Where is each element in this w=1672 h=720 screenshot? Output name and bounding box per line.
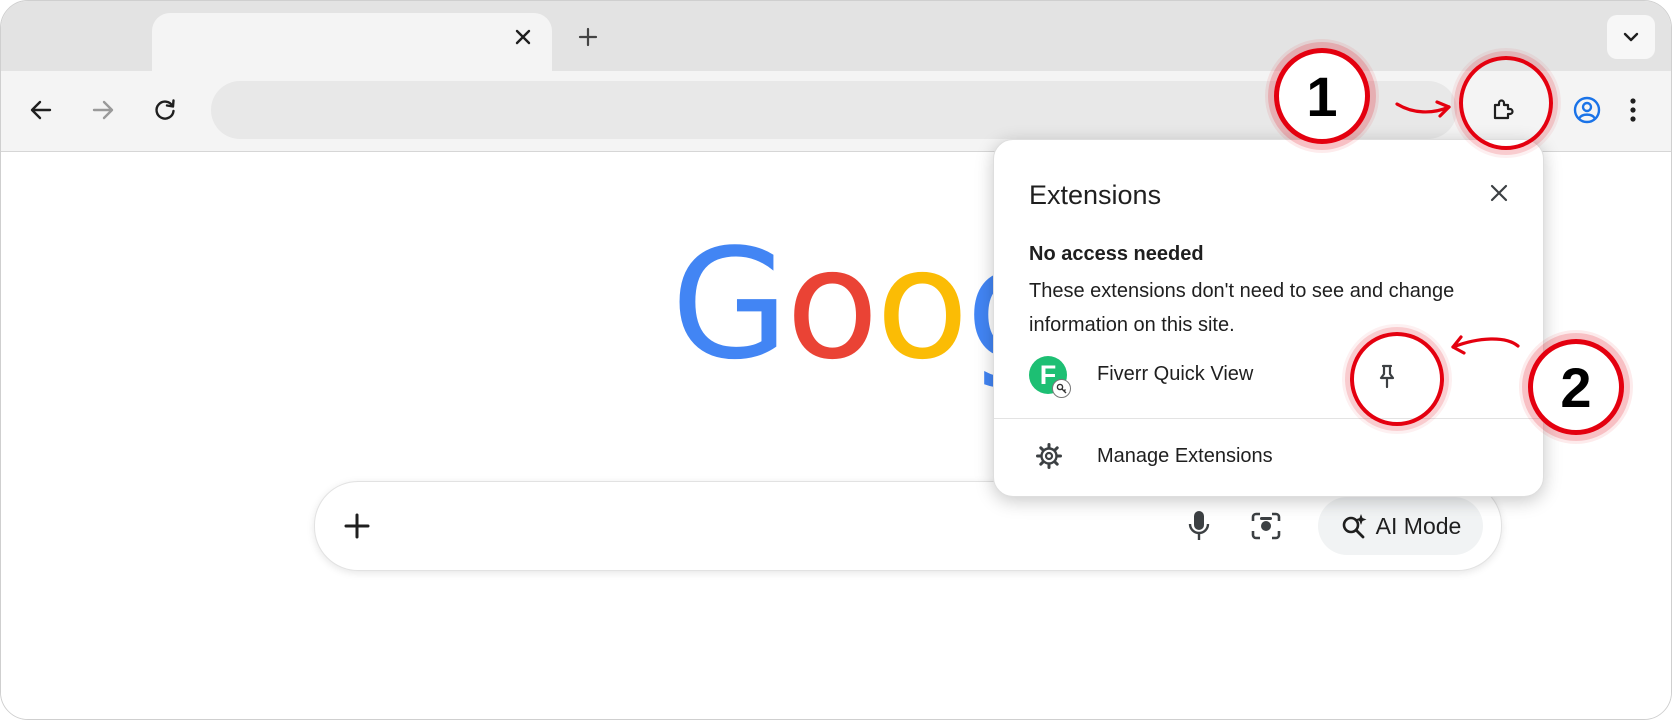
manage-extensions-label: Manage Extensions <box>1097 445 1273 467</box>
logo-letter-3: o <box>875 216 969 393</box>
plus-icon <box>344 513 370 539</box>
microphone-icon <box>1188 511 1210 540</box>
arrow-right-icon <box>92 100 114 120</box>
step-2-callout: 2 <box>1528 339 1624 435</box>
extensions-highlight-ring <box>1459 56 1553 150</box>
close-icon <box>1490 184 1508 202</box>
kebab-menu-icon <box>1630 98 1636 122</box>
popup-title: Extensions <box>1029 180 1162 210</box>
voice-search-button[interactable] <box>1177 504 1221 548</box>
address-bar[interactable] <box>211 81 1457 139</box>
tab-strip <box>1 1 1671 73</box>
forward-button[interactable] <box>83 90 123 130</box>
tab-close-icon[interactable] <box>511 19 535 55</box>
chevron-down-icon <box>1623 32 1639 42</box>
extensions-popup: Extensions No access needed These extens… <box>993 139 1544 497</box>
ai-mode-button[interactable]: AI Mode <box>1318 497 1483 555</box>
active-tab[interactable] <box>152 13 552 73</box>
extension-name: Fiverr Quick View <box>1097 363 1254 385</box>
step-2-number: 2 <box>1560 355 1592 419</box>
profile-button[interactable] <box>1567 90 1607 130</box>
gear-icon <box>1034 441 1064 471</box>
browser-window: Goog AI Mode Extensions No access needed <box>0 0 1672 720</box>
profile-avatar-icon <box>1573 96 1601 124</box>
menu-button[interactable] <box>1613 90 1653 130</box>
lens-search-button[interactable] <box>1244 504 1288 548</box>
manage-extensions-item[interactable]: Manage Extensions <box>994 422 1543 490</box>
reload-button[interactable] <box>145 90 185 130</box>
add-button[interactable] <box>335 504 379 548</box>
plus-icon <box>578 27 598 47</box>
step-1-callout: 1 <box>1274 48 1370 144</box>
ai-mode-label: AI Mode <box>1375 512 1462 539</box>
reload-icon <box>155 99 175 120</box>
new-tab-button[interactable] <box>573 19 603 55</box>
tab-search-button[interactable] <box>1607 15 1655 59</box>
arrow-left-icon <box>30 100 52 120</box>
section-heading: No access needed <box>1029 243 1204 265</box>
step-1-number: 1 <box>1306 64 1338 128</box>
popup-divider <box>994 418 1543 419</box>
back-button[interactable] <box>21 90 61 130</box>
pin-highlight-ring <box>1350 332 1444 426</box>
popup-close-button[interactable] <box>1482 176 1516 210</box>
ai-search-sparkle-icon <box>1342 514 1367 539</box>
extension-item[interactable]: F Fiverr Quick View <box>994 340 1543 410</box>
camera-lens-icon <box>1251 512 1281 540</box>
section-description: These extensions don't need to see and c… <box>1029 280 1455 336</box>
logo-letter-2: o <box>785 216 879 393</box>
logo-letter-1: G <box>671 216 789 393</box>
screenshot-stage: Goog AI Mode Extensions No access needed <box>0 0 1672 720</box>
key-badge-icon <box>1052 379 1071 398</box>
